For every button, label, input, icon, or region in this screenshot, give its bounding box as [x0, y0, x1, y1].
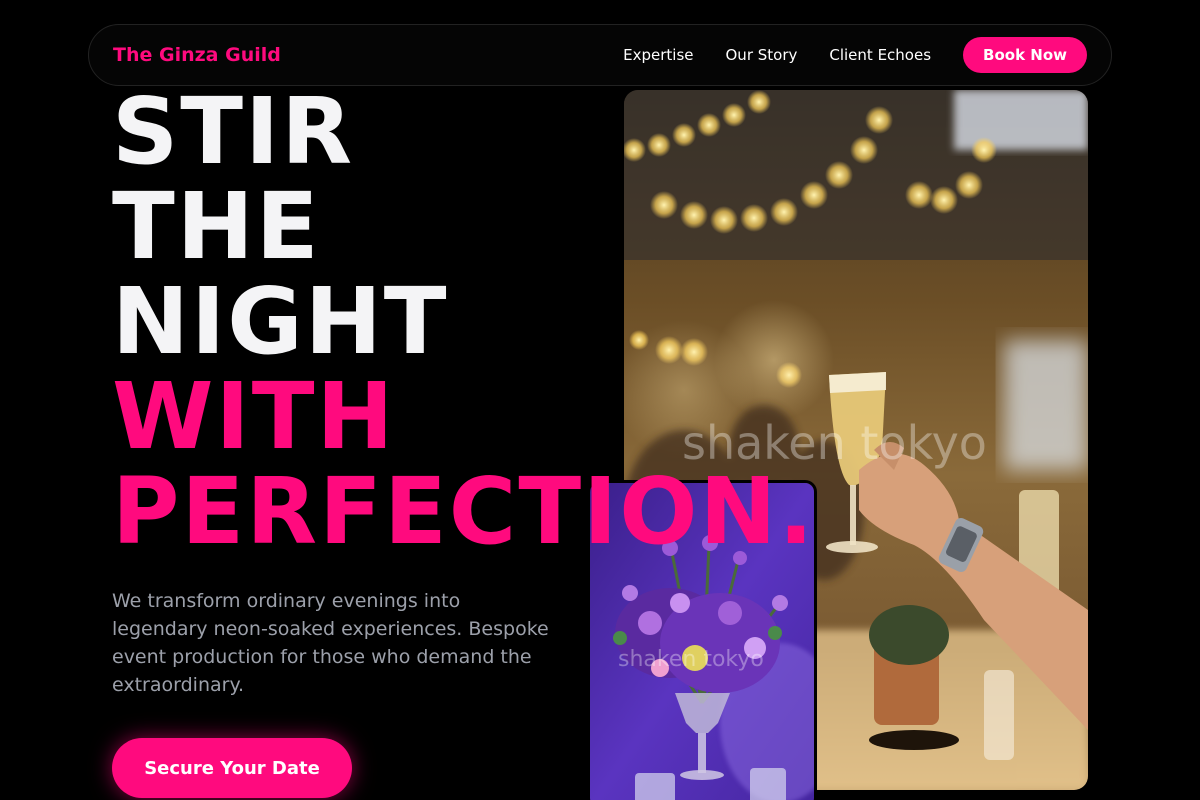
brand-logo[interactable]: The Ginza Guild	[113, 44, 281, 66]
headline-line-5: PERFECTION.	[112, 458, 816, 565]
nav-link-our-story[interactable]: Our Story	[726, 46, 798, 64]
top-navbar: The Ginza Guild Expertise Our Story Clie…	[88, 24, 1112, 86]
nav-link-client-echoes[interactable]: Client Echoes	[829, 46, 931, 64]
headline-line-2: THE	[112, 173, 321, 280]
hero-description: We transform ordinary evenings into lege…	[112, 590, 549, 696]
nav-link-expertise[interactable]: Expertise	[623, 46, 693, 64]
secure-your-date-button[interactable]: Secure Your Date	[112, 738, 352, 798]
hero-headline: STIR THE NIGHT WITH PERFECTION.	[112, 84, 815, 559]
headline-line-1: STIR	[112, 78, 355, 185]
nav-links: Expertise Our Story Client Echoes Book N…	[623, 37, 1087, 73]
secondary-photo-watermark: shaken tokyo	[618, 647, 764, 672]
book-now-button[interactable]: Book Now	[963, 37, 1087, 73]
headline-line-3: NIGHT	[112, 268, 449, 375]
headline-line-4: WITH	[112, 363, 396, 470]
